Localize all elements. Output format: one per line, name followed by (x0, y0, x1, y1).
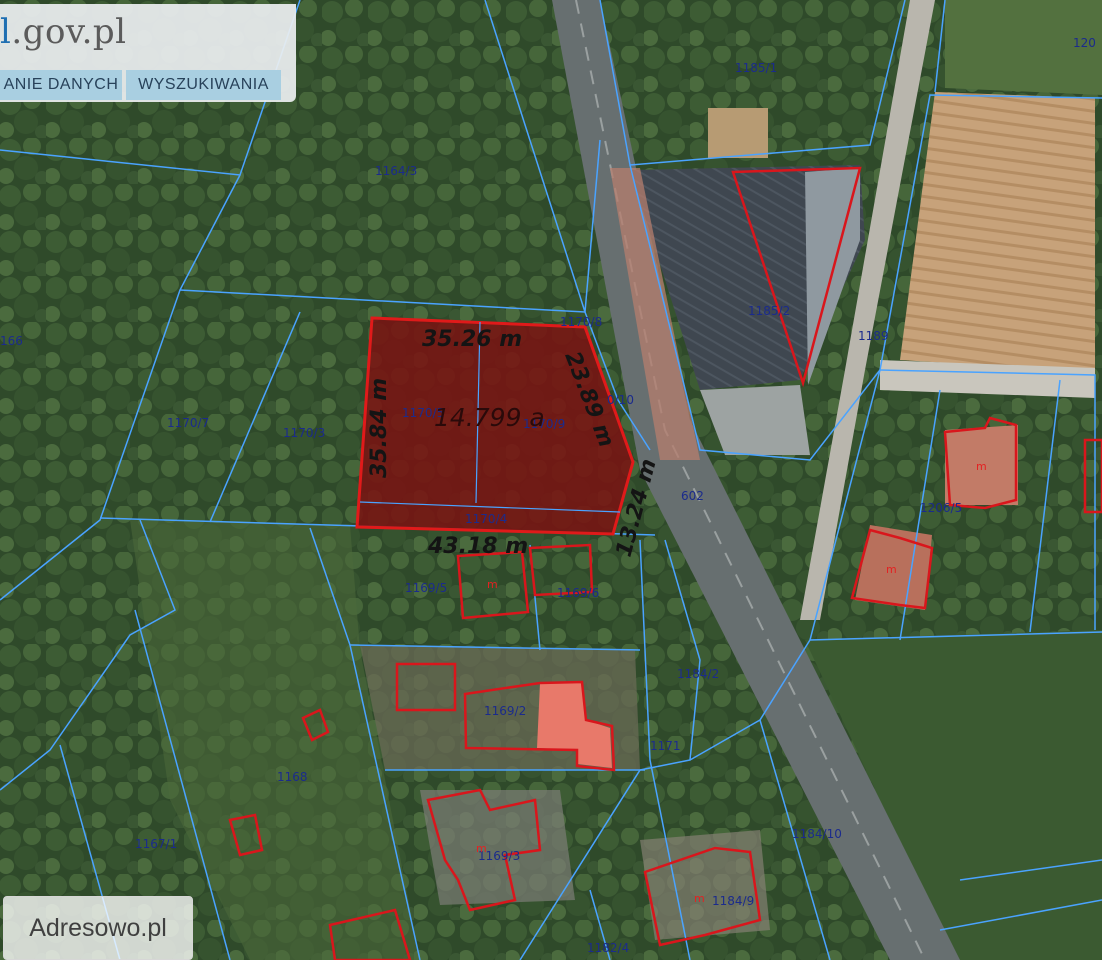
parcel-area: 14.799 a (434, 403, 545, 432)
building-marker: m (476, 842, 487, 855)
parcel-label: 1169/6 (557, 586, 599, 600)
building-marker: m (487, 578, 498, 591)
dimension-north: 35.26 m (422, 327, 522, 352)
parcel-label: 1168 (277, 770, 308, 784)
parcel-label: 1170/4 (465, 512, 507, 526)
building-marker: m (976, 460, 987, 473)
parcel-label: 1169/2 (484, 704, 526, 718)
parcel-label: 1184/10 (792, 827, 842, 841)
parcel-label: 120 (1073, 36, 1096, 50)
building-marker: m (886, 563, 897, 576)
dimension-west: 35.84 m (367, 378, 392, 478)
nav-search-button[interactable]: WYSZUKIWANIA (126, 70, 281, 100)
parcel-label: 1182/4 (587, 941, 629, 955)
parcel-label: 1164/3 (375, 164, 417, 178)
site-logo[interactable]: l.gov.pl (0, 12, 127, 52)
parcel-label: 1206/5 (920, 501, 962, 515)
map-canvas[interactable]: 1185/1 120 1164/3 1185/2 1189 166 1170/8 1170/7… (0, 0, 1102, 960)
header-bar: l.gov.pl ANIE DANYCH WYSZUKIWANIA (0, 4, 296, 102)
parcel-label: 1170/3 (283, 426, 325, 440)
dimension-south: 43.18 m (427, 534, 528, 559)
parcel-label: 1184/2 (677, 667, 719, 681)
watermark: Adresowo.pl (3, 896, 193, 960)
building-marker: m (694, 892, 705, 905)
logo-accent: l (0, 12, 12, 52)
parcel-label: 1170/8 (560, 315, 602, 329)
parcel-label: 1171 (650, 739, 681, 753)
parcel-label: 1189 (858, 329, 889, 343)
parcel-label: 0/10 (607, 393, 634, 407)
logo-text: .gov.pl (11, 12, 127, 52)
parcel-label: 166 (0, 334, 23, 348)
parcel-label: 1185/1 (735, 61, 777, 75)
parcel-label: 1167/1 (135, 837, 177, 851)
parcel-label: 1170/7 (167, 416, 209, 430)
parcel-label: 1169/5 (405, 581, 447, 595)
small-building-north (708, 108, 768, 158)
parcel-label: 602 (681, 489, 704, 503)
parcel-label: 1185/2 (748, 304, 790, 318)
parcel-label: 1184/9 (712, 894, 754, 908)
nav-data-button[interactable]: ANIE DANYCH (0, 70, 122, 100)
